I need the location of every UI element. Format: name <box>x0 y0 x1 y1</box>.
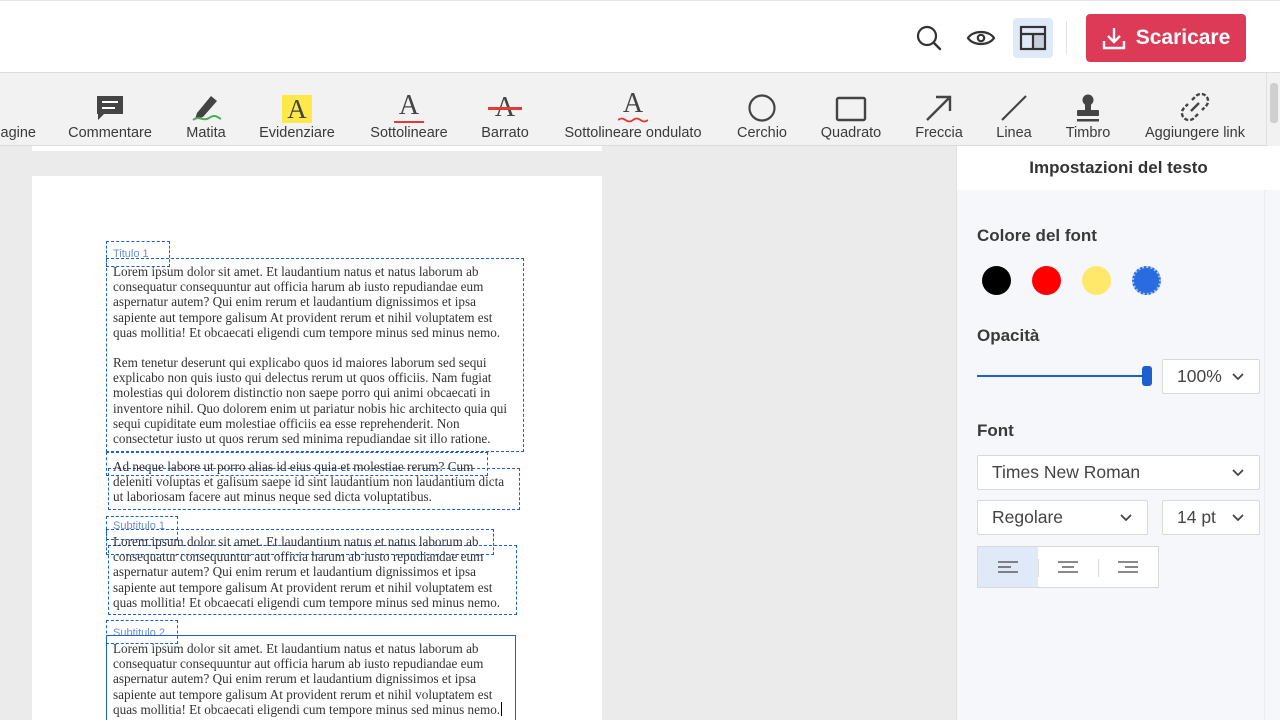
tool-label: Sottolineare <box>370 125 448 141</box>
tool-wavy-underline[interactable]: A Sottolineare ondulato <box>558 73 708 145</box>
tool-label: Matita <box>186 125 226 141</box>
font-title: Font <box>977 421 1014 440</box>
strikethrough-icon: A <box>488 93 522 123</box>
paragraph: Lorem ipsum dolor sit amet. Et laudantiu… <box>113 264 501 340</box>
link-icon <box>1180 92 1210 122</box>
tool-label: agine <box>0 125 36 141</box>
tool-pencil[interactable]: Matita <box>176 73 236 145</box>
line-icon <box>1001 95 1027 121</box>
opacity-title: Opacità <box>977 326 1040 345</box>
annotation-toolbar: agine Commentare Matita A Evidenziare A … <box>0 73 1280 146</box>
highlight-icon: A <box>282 95 312 123</box>
tool-underline[interactable]: A Sottolineare <box>364 73 454 145</box>
tool-label: Evidenziare <box>259 125 335 141</box>
tool-label: Barrato <box>481 125 529 141</box>
align-right-icon <box>1118 561 1138 573</box>
chevron-down-icon <box>1232 372 1244 380</box>
search-icon <box>916 25 942 51</box>
opacity-slider-track[interactable] <box>977 375 1147 377</box>
tool-strikethrough[interactable]: A Barrato <box>470 73 540 145</box>
underline-glyph: A <box>398 90 420 121</box>
tool-circle[interactable]: Cerchio <box>728 73 796 145</box>
font-size-select[interactable]: 14 pt <box>1162 500 1260 535</box>
chevron-down-icon <box>1232 468 1244 476</box>
font-style-value: Regolare <box>992 507 1064 527</box>
pencil-icon <box>192 96 222 121</box>
text-cursor <box>501 701 503 716</box>
tool-highlight[interactable]: A Evidenziare <box>252 73 342 145</box>
layout-icon <box>1019 25 1047 51</box>
tool-label: Freccia <box>915 125 963 141</box>
wavy-glyph: A <box>622 88 644 119</box>
document-page[interactable]: Titulo 1 Lorem ipsum dolor sit amet. Et … <box>32 176 602 720</box>
preview-button[interactable] <box>961 18 1001 58</box>
paragraph: Rem tenetur deserunt qui explicabo quos … <box>113 355 508 447</box>
previous-page-edge <box>32 146 602 151</box>
color-swatch-yellow[interactable] <box>1082 266 1111 295</box>
tool-label: Linea <box>996 125 1032 141</box>
text-settings-panel: Impostazioni del testo Colore del font O… <box>956 146 1280 720</box>
font-color-title: Colore del font <box>977 226 1097 245</box>
tool-square[interactable]: Quadrato <box>814 73 888 145</box>
font-family-value: Times New Roman <box>992 462 1141 482</box>
tool-pages[interactable]: agine <box>0 73 36 145</box>
panel-scrollbar[interactable] <box>1264 190 1280 720</box>
tool-label: Aggiungere link <box>1145 125 1245 141</box>
chevron-down-icon <box>1232 513 1244 521</box>
toolbar-scrollbar[interactable] <box>1266 73 1280 146</box>
download-label: Scaricare <box>1135 26 1231 49</box>
tool-comment[interactable]: Commentare <box>60 73 160 145</box>
chevron-down-icon <box>1120 513 1132 521</box>
opacity-slider-handle[interactable] <box>1142 366 1152 386</box>
font-family-select[interactable]: Times New Roman <box>977 455 1260 490</box>
tool-label: Quadrato <box>820 125 882 141</box>
text-alignment-group <box>977 546 1159 588</box>
search-button[interactable] <box>909 18 949 58</box>
tool-line[interactable]: Linea <box>988 73 1040 145</box>
top-bar: Scaricare <box>0 0 1280 73</box>
circle-icon <box>748 94 776 122</box>
font-style-select[interactable]: Regolare <box>977 500 1148 535</box>
opacity-value: 100% <box>1177 366 1222 386</box>
download-icon <box>1102 28 1125 50</box>
color-swatch-blue[interactable] <box>1132 266 1161 295</box>
paragraph: Lorem ipsum dolor sit amet. Et laudantiu… <box>113 641 503 717</box>
tool-label: Timbro <box>1065 125 1111 141</box>
eye-icon <box>966 30 996 46</box>
layout-button[interactable] <box>1013 18 1053 58</box>
tool-stamp[interactable]: Timbro <box>1058 73 1118 145</box>
stamp-icon <box>1077 94 1099 122</box>
comment-icon <box>97 96 123 120</box>
tool-label: Sottolineare ondulato <box>564 125 702 141</box>
tool-arrow[interactable]: Freccia <box>908 73 970 145</box>
download-button[interactable]: Scaricare <box>1086 14 1246 62</box>
top-separator <box>1066 21 1067 55</box>
color-swatch-red[interactable] <box>1032 266 1061 295</box>
align-right-button[interactable] <box>1098 547 1158 587</box>
align-left-icon <box>998 561 1018 573</box>
wavy-underline-icon: A <box>618 88 648 123</box>
align-center-button[interactable] <box>1038 547 1098 587</box>
panel-title: Impostazioni del testo <box>957 146 1280 190</box>
color-swatch-black[interactable] <box>982 266 1011 295</box>
paragraph: Ad neque labore ut porro alias id eius q… <box>113 459 505 505</box>
tool-label: Commentare <box>68 125 152 141</box>
tool-add-link[interactable]: Aggiungere link <box>1136 73 1254 145</box>
underline-icon: A <box>394 90 424 123</box>
document-viewport[interactable]: Titulo 1 Lorem ipsum dolor sit amet. Et … <box>0 146 956 720</box>
font-size-value: 14 pt <box>1177 507 1216 527</box>
square-icon <box>835 96 867 122</box>
opacity-select[interactable]: 100% <box>1162 359 1260 394</box>
paragraph: Lorem ipsum dolor sit amet. Et laudantiu… <box>113 534 501 610</box>
arrow-icon <box>926 95 952 121</box>
align-left-button[interactable] <box>978 547 1038 587</box>
align-center-icon <box>1058 561 1078 573</box>
tool-label: Cerchio <box>737 125 787 141</box>
